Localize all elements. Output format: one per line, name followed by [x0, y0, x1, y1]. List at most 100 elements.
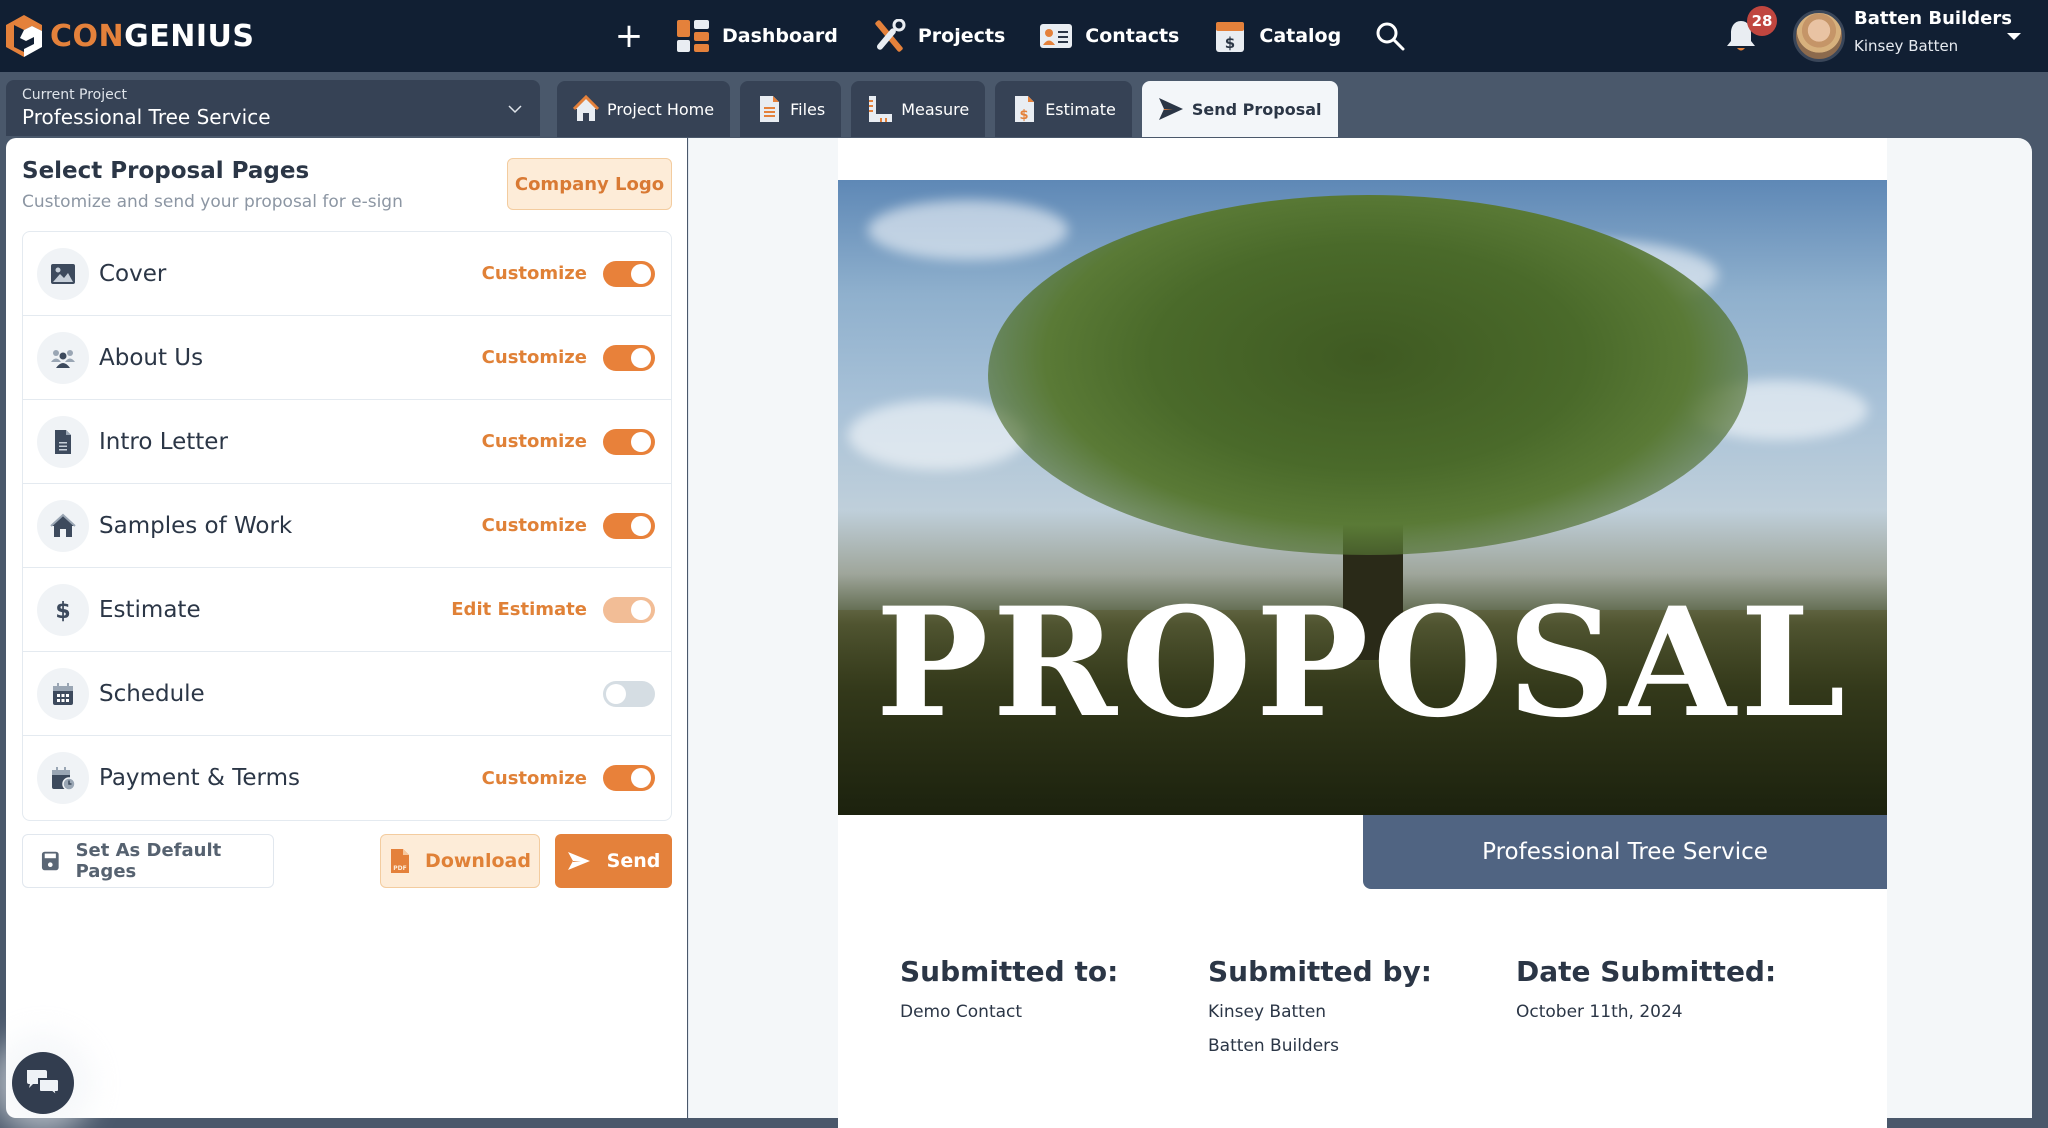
tab-send-proposal-label: Send Proposal	[1191, 99, 1322, 119]
page-icon-wrap	[37, 752, 89, 804]
chevron-down-icon	[508, 105, 522, 114]
date-submitted-heading: Date Submitted:	[1516, 955, 1777, 988]
users-icon	[51, 349, 75, 368]
tab-estimate-label: Estimate	[1045, 99, 1116, 119]
estimate-icon: $	[1015, 96, 1035, 123]
page-label: Cover	[99, 260, 167, 287]
download-label: Download	[425, 850, 531, 872]
submitted-to-value: Demo Contact	[900, 1002, 1023, 1022]
page-toggle[interactable]	[603, 428, 655, 455]
page-toggle[interactable]	[603, 260, 655, 287]
nav-dashboard-label: Dashboard	[722, 25, 838, 47]
house-icon	[50, 513, 76, 537]
project-selector-label: Current Project	[22, 87, 127, 103]
company-logo-button[interactable]: Company Logo	[507, 158, 672, 210]
page-toggle[interactable]	[603, 765, 655, 791]
nav-contacts-label: Contacts	[1085, 25, 1180, 47]
submitted-by-company: Batten Builders	[1208, 1036, 1340, 1056]
edit-estimate-link[interactable]: Edit Estimate	[451, 599, 587, 620]
send-label: Send	[606, 850, 661, 872]
proposal-pages-panel: Select Proposal Pages Customize and send…	[6, 138, 687, 1118]
submitted-by-name: Kinsey Batten	[1208, 1002, 1327, 1022]
page-icon-wrap: $	[37, 583, 89, 636]
top-bar: CONGENIUS + Dashboard Projects Contacts …	[0, 0, 2048, 72]
nav-catalog-label: Catalog	[1259, 25, 1342, 47]
file-icon	[760, 96, 780, 122]
tab-measure[interactable]: Measure	[851, 81, 986, 137]
page-toggle[interactable]	[603, 344, 655, 371]
page-row-intro-letter: Intro Letter Customize	[23, 400, 671, 484]
page-label: Schedule	[99, 680, 205, 707]
search-icon[interactable]	[1375, 21, 1405, 51]
send-icon	[567, 852, 590, 870]
chat-button[interactable]	[12, 1052, 74, 1114]
submitted-to: Submitted to: Demo Contact	[900, 955, 1118, 1036]
page-icon-wrap	[37, 667, 89, 720]
submitted-by: Submitted by: Kinsey Batten Batten Build…	[1208, 955, 1432, 1070]
dollar-icon: $	[55, 599, 70, 623]
dashboard-icon	[677, 20, 709, 52]
nav-projects[interactable]: Projects	[872, 19, 1005, 53]
customize-link[interactable]: Customize	[482, 347, 587, 368]
customize-link[interactable]: Customize	[482, 263, 587, 284]
date-submitted-value: October 11th, 2024	[1516, 1002, 1683, 1022]
nav-dashboard[interactable]: Dashboard	[676, 19, 838, 53]
submitted-by-heading: Submitted by:	[1208, 955, 1432, 988]
send-icon	[1158, 98, 1183, 120]
tab-files[interactable]: Files	[740, 81, 842, 137]
svg-text:$: $	[1020, 108, 1029, 123]
brand-name-part1: CON	[50, 18, 125, 54]
company-name: Professional Tree Service	[1482, 839, 1768, 865]
page-row-cover: Cover Customize	[23, 232, 671, 316]
pdf-icon: PDF	[391, 849, 410, 873]
tab-measure-label: Measure	[901, 99, 970, 119]
page-row-schedule: Schedule	[23, 652, 671, 736]
user-avatar[interactable]	[1793, 10, 1845, 62]
nav-catalog[interactable]: $ Catalog	[1213, 19, 1341, 53]
user-menu[interactable]: Batten Builders Kinsey Batten	[1854, 8, 2012, 55]
project-selector-value: Professional Tree Service	[22, 105, 271, 129]
page-label: About Us	[99, 344, 204, 371]
brand-logo[interactable]: CONGENIUS	[6, 14, 255, 58]
page-toggle[interactable]	[603, 512, 655, 539]
company-band: Professional Tree Service	[1363, 815, 1887, 889]
user-company: Batten Builders	[1854, 8, 2012, 29]
set-default-pages-button[interactable]: Set As Default Pages	[22, 834, 274, 888]
cloud	[868, 200, 1068, 260]
cover-title: PROPOSAL	[875, 575, 1850, 751]
project-selector[interactable]: Current Project Professional Tree Servic…	[6, 80, 540, 136]
ruler-icon	[869, 96, 893, 122]
customize-link[interactable]: Customize	[482, 431, 587, 452]
page-icon-wrap	[37, 415, 89, 468]
customize-link[interactable]: Customize	[482, 768, 587, 789]
page-icon-wrap	[37, 331, 89, 384]
caret-down-icon[interactable]	[2007, 33, 2021, 40]
page-toggle[interactable]	[603, 680, 655, 707]
svg-text:$: $	[55, 599, 70, 623]
page-label: Estimate	[99, 596, 201, 623]
page-row-samples-of-work: Samples of Work Customize	[23, 484, 671, 568]
catalog-box-icon: $	[1216, 22, 1245, 52]
notification-badge[interactable]: 28	[1747, 6, 1777, 36]
home-icon	[573, 95, 599, 121]
tab-estimate[interactable]: $ Estimate	[995, 81, 1132, 137]
logo-icon	[6, 15, 42, 57]
main-nav: + Dashboard Projects Contacts $ Catalog	[612, 14, 1405, 58]
download-button[interactable]: PDF Download	[380, 834, 540, 888]
page-toggle[interactable]	[603, 596, 655, 623]
tab-send-proposal[interactable]: Send Proposal	[1141, 81, 1338, 137]
nav-contacts[interactable]: Contacts	[1039, 19, 1179, 53]
svg-text:$: $	[1225, 34, 1235, 52]
proposal-document: PROPOSAL Professional Tree Service Submi…	[838, 138, 1887, 1128]
page-label: Intro Letter	[99, 428, 228, 455]
page-label: Samples of Work	[99, 512, 293, 539]
customize-link[interactable]: Customize	[482, 515, 587, 536]
plus-icon[interactable]: +	[612, 19, 646, 53]
tools-icon	[875, 19, 906, 52]
send-button[interactable]: Send	[555, 834, 672, 888]
page-label: Payment & Terms	[99, 765, 300, 791]
tab-project-home[interactable]: Project Home	[557, 81, 731, 137]
calendar-clock-icon	[52, 767, 76, 791]
tree-canopy	[988, 195, 1748, 555]
panel-subtitle: Customize and send your proposal for e-s…	[22, 192, 403, 212]
